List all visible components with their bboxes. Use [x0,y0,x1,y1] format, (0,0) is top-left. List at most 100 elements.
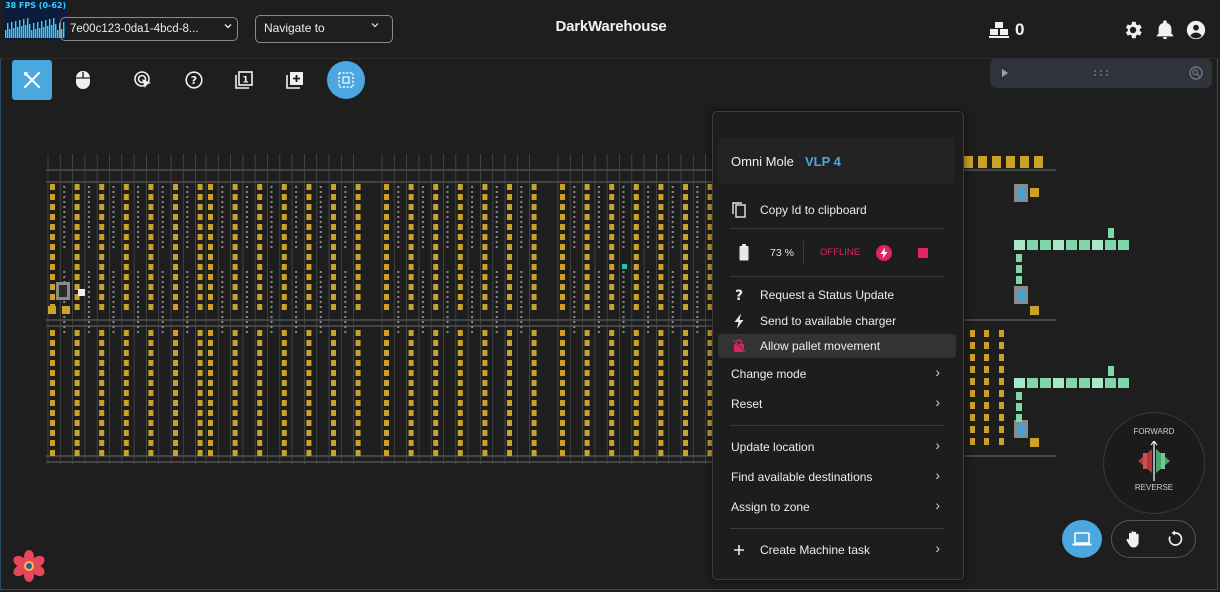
pallet-cell [99,350,105,356]
pallet-cell [433,410,439,416]
reset-view-button[interactable] [1155,521,1195,557]
pallet-cell [331,214,336,220]
slot-dot [446,276,449,278]
account-icon[interactable] [1185,19,1207,41]
pallet-cell [173,254,178,260]
add-layer-button[interactable] [275,60,315,100]
slot-dot [344,316,347,318]
slot-dot [597,301,600,303]
pallet-cell [408,194,414,200]
map-search-panel[interactable] [990,58,1212,88]
pallet-cell [584,304,590,310]
slot-dot [495,236,498,238]
pan-hand-button[interactable] [1114,521,1154,557]
pallet-cell [355,450,361,456]
pallet-cell [609,330,615,336]
warehouse-map[interactable] [44,154,1144,479]
slot-dot [161,211,164,213]
pallet-cell [148,360,154,366]
pallet-cell [173,244,178,250]
slot-dot [622,301,625,303]
copy-id-menu-item[interactable]: Copy Id to clipboard [718,198,956,222]
slot-dot [270,241,273,243]
pallet-cell [331,450,336,456]
slot-dot [397,236,400,238]
slot-dot [186,306,189,308]
pallet-cell [658,360,664,366]
pallet-cell [123,350,129,356]
slot-dot [270,246,273,248]
slot-dot [295,226,298,228]
slot-dot [344,236,347,238]
drag-handle-icon[interactable] [1092,69,1110,77]
slot-dot [112,216,115,218]
pallet-cell [123,304,129,310]
pallet-cell [457,304,463,310]
pallet-cell [281,330,287,336]
slot-dot [397,271,400,273]
target-cursor-button[interactable] [123,60,163,100]
conveyor-cell [1108,228,1114,238]
expand-arrow-icon[interactable] [1001,68,1009,78]
slot-dot [495,291,498,293]
slot-dot [87,291,90,293]
conveyor-cell [1014,240,1025,250]
slot-dot [186,221,189,223]
charge-bolt-icon[interactable] [876,245,892,261]
slot-dot [344,306,347,308]
slot-dot [696,196,699,198]
find-destinations-menu-item[interactable]: Find available destinations › [718,465,956,489]
slot-dot [421,301,424,303]
slot-dot [161,326,164,328]
direction-control[interactable]: FORWARD REVERSE [1103,412,1205,514]
slot-dot [495,196,498,198]
tools-button[interactable] [12,60,52,100]
layer-1-button[interactable]: 1 [224,60,264,100]
slot-dot [520,306,523,308]
change-mode-menu-item[interactable]: Change mode › [718,362,956,386]
help-button[interactable]: ? [174,60,214,100]
slot-dot [495,231,498,233]
pallet-cell [482,264,488,270]
pallet-counter[interactable]: 0 [989,18,1024,42]
slot-dot [446,221,449,223]
pallet-cell [173,284,178,290]
slot-dot [245,306,248,308]
warehouse-map-canvas[interactable] [44,154,1144,474]
assign-zone-menu-item[interactable]: Assign to zone › [718,495,956,519]
request-status-menu-item[interactable]: ? Request a Status Update [718,283,956,307]
select-area-button[interactable] [327,61,365,99]
pallet-cell [609,184,615,190]
mouse-mode-button[interactable] [63,60,103,100]
reset-menu-item[interactable]: Reset › [718,392,956,416]
slot-dot [112,281,115,283]
stop-icon[interactable] [918,248,928,258]
gear-icon[interactable] [1122,19,1144,41]
session-select[interactable]: 7e00c123-0da1-4bcd-8... [60,17,238,41]
conveyor-cell [1092,240,1103,250]
slot-dot [696,216,699,218]
slot-dot [295,221,298,223]
allow-pallet-movement-menu-item[interactable]: Allow pallet movement [718,334,956,358]
bell-icon[interactable] [1154,19,1176,41]
slot-dot [270,321,273,323]
pallet-cell [355,244,361,250]
direction-arrows-icon[interactable] [1135,441,1173,481]
search-icon[interactable] [1189,66,1203,80]
slot-dot [137,231,140,233]
navigate-to-select[interactable]: Navigate to [255,15,393,43]
pallet-cell [355,350,361,356]
send-to-charger-menu-item[interactable]: Send to available charger [718,309,956,333]
update-location-menu-item[interactable]: Update location › [718,435,956,459]
pallet-cell [257,430,263,436]
pallet-cell [99,330,105,336]
slot-dot [319,241,322,243]
laptop-view-button[interactable] [1062,520,1102,558]
pallet-cell [74,440,80,446]
pallet-cell [683,330,688,336]
pallet-cell [148,264,154,270]
pallet-cell [173,304,178,310]
create-task-menu-item[interactable]: Create Machine task › [718,538,956,562]
slot-dot [186,296,189,298]
slot-dot [137,221,140,223]
